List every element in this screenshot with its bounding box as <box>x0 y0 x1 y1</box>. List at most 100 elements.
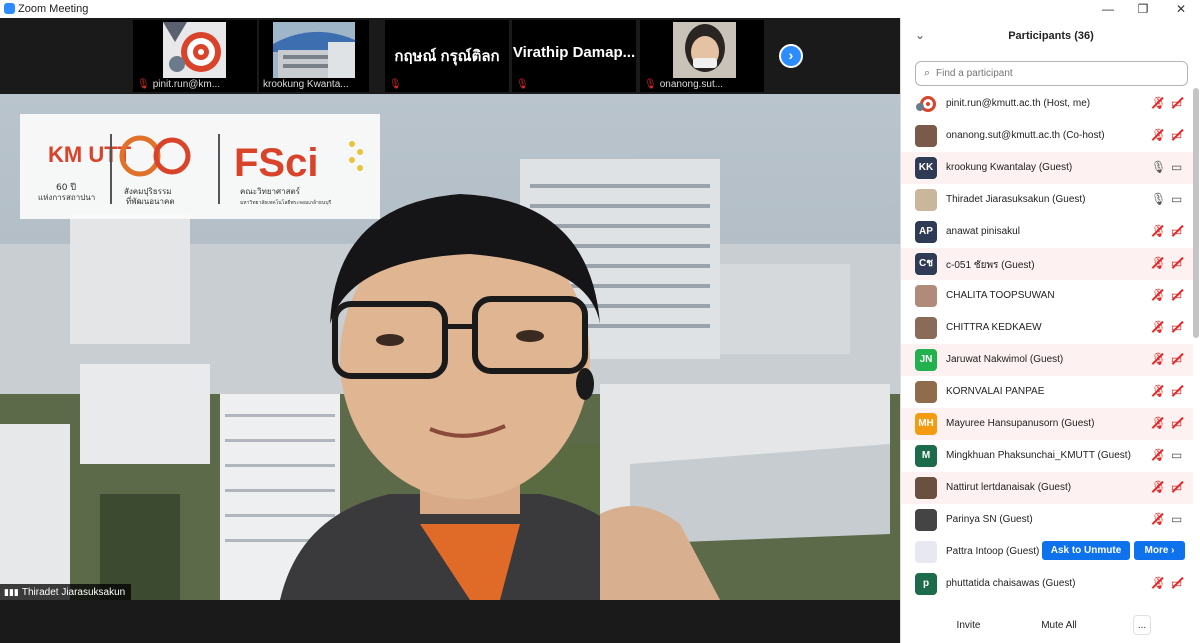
video-tile[interactable]: 🎙 pinit.run@km... <box>133 20 257 92</box>
more-options-button[interactable]: ... <box>1133 615 1151 635</box>
video-tile[interactable]: กฤษณ์ กรุณ์ติลก 🎙 <box>385 20 509 92</box>
video-area: 🎙 pinit.run@km... krookung Kwanta... กฤษณ… <box>0 18 900 643</box>
participant-search[interactable]: ⌕ <box>915 61 1188 86</box>
participant-row[interactable]: JN Jaruwat Nakwimol (Guest) 🎙 ▭ <box>901 344 1193 376</box>
mic-muted-icon[interactable]: 🎙 <box>1151 224 1166 238</box>
participant-name: Thiradet Jiarasuksakun (Guest) <box>946 194 1086 205</box>
participant-name: CHALITA TOOPSUWAN <box>946 290 1055 301</box>
camera-off-icon[interactable]: ▭ <box>1171 96 1182 110</box>
camera-icon[interactable]: ▭ <box>1171 192 1182 206</box>
participant-row[interactable]: Parinya SN (Guest) 🎙 ▭ <box>901 504 1193 536</box>
avatar: p <box>915 573 937 595</box>
search-input[interactable] <box>936 66 1176 81</box>
mic-muted-icon[interactable]: 🎙 <box>1151 512 1166 526</box>
avatar: M <box>915 445 937 467</box>
camera-icon[interactable]: ▭ <box>1171 512 1182 526</box>
camera-off-icon[interactable]: ▭ <box>1171 320 1182 334</box>
camera-off-icon[interactable]: ▭ <box>1171 416 1182 430</box>
participant-row[interactable]: M Mingkhuan Phaksunchai_KMUTT (Guest) 🎙 ▭ <box>901 440 1193 472</box>
participant-name: Pattra Intoop (Guest) <box>946 546 1040 557</box>
zoom-app-icon <box>4 3 15 14</box>
meeting-controls-bar <box>0 600 900 643</box>
participants-panel: ⌄ Participants (36) ⌕ pinit.run@kmutt.ac… <box>900 18 1200 643</box>
camera-off-icon[interactable]: ▭ <box>1171 128 1182 142</box>
active-speaker-label: ▮▮▮ Thiradet Jiarasuksakun <box>0 584 132 600</box>
mute-all-button[interactable]: Mute All <box>1037 615 1081 635</box>
camera-off-icon[interactable]: ▭ <box>1171 576 1182 590</box>
ask-to-unmute-button[interactable]: Ask to Unmute <box>1042 541 1130 560</box>
mic-muted-icon[interactable]: 🎙 <box>1151 480 1166 494</box>
camera-off-icon[interactable]: ▭ <box>1171 352 1182 366</box>
avatar: MH <box>915 413 937 435</box>
participant-row[interactable]: pinit.run@kmutt.ac.th (Host, me) 🎙 ▭ <box>901 88 1193 120</box>
avatar: Cช <box>915 253 937 275</box>
participant-name: Mayuree Hansupanusorn (Guest) <box>946 418 1095 429</box>
avatar: KK <box>915 157 937 179</box>
fsci-logo-sub2: มหาวิทยาลัยเทคโนโลยีพระจอมเกล้าธนบุรี <box>240 199 332 206</box>
mic-muted-icon[interactable]: 🎙 <box>1151 96 1166 110</box>
mic-muted-icon: 🎙 <box>389 79 402 90</box>
person-thumbnail <box>673 22 736 78</box>
participant-row[interactable]: Pattra Intoop (Guest) Ask to Unmute More › <box>901 536 1193 568</box>
tile-name: onanong.sut... <box>659 79 724 90</box>
participant-row[interactable]: p phuttatida chaisawas (Guest) 🎙 ▭ <box>901 568 1193 600</box>
restore-button[interactable]: ❐ <box>1131 1 1155 17</box>
video-tile[interactable]: krookung Kwanta... <box>259 20 369 92</box>
mic-icon[interactable]: 🎙 <box>1151 160 1166 174</box>
participant-row[interactable]: CHALITA TOOPSUWAN 🎙 ▭ <box>901 280 1193 312</box>
participant-name: CHITTRA KEDKAEW <box>946 322 1042 333</box>
tile-name-large: กฤษณ์ กรุณ์ติลก <box>394 48 500 65</box>
minimize-button[interactable]: — <box>1096 1 1120 17</box>
sixty-logo-sub: สังคมปุริธรรม <box>124 187 172 196</box>
video-tile[interactable]: 🎙 onanong.sut... <box>640 20 764 92</box>
camera-off-icon[interactable]: ▭ <box>1171 224 1182 238</box>
participant-row[interactable]: Nattirut lertdanaisak (Guest) 🎙 ▭ <box>901 472 1193 504</box>
mic-muted-icon[interactable]: 🎙 <box>1151 352 1166 366</box>
target-avatar-icon <box>163 22 226 78</box>
mic-muted-icon[interactable]: 🎙 <box>1151 448 1166 462</box>
participant-row[interactable]: MH Mayuree Hansupanusorn (Guest) 🎙 ▭ <box>901 408 1193 440</box>
mic-muted-icon[interactable]: 🎙 <box>1151 128 1166 142</box>
search-icon: ⌕ <box>924 67 931 79</box>
participant-row[interactable]: CHITTRA KEDKAEW 🎙 ▭ <box>901 312 1193 344</box>
participant-row[interactable]: Cช c-051 ชัยพร (Guest) 🎙 ▭ <box>901 248 1193 280</box>
avatar <box>915 509 937 531</box>
participant-name: krookung Kwantalay (Guest) <box>946 162 1073 173</box>
thumbnail-strip: 🎙 pinit.run@km... krookung Kwanta... กฤษณ… <box>0 18 900 94</box>
participant-row[interactable]: KORNVALAI PANPAE 🎙 ▭ <box>901 376 1193 408</box>
video-tile[interactable]: Virathip Damap... 🎙 <box>512 20 636 92</box>
camera-icon[interactable]: ▭ <box>1171 448 1182 462</box>
participant-list-scrollbar[interactable] <box>1193 88 1199 338</box>
more-button[interactable]: More › <box>1134 541 1185 560</box>
participant-row[interactable]: AP anawat pinisakul 🎙 ▭ <box>901 216 1193 248</box>
camera-off-icon[interactable]: ▭ <box>1171 384 1182 398</box>
mic-muted-icon[interactable]: 🎙 <box>1151 576 1166 590</box>
participant-row[interactable]: KK krookung Kwantalay (Guest) 🎙 ▭ <box>901 152 1193 184</box>
mic-muted-icon[interactable]: 🎙 <box>1151 288 1166 302</box>
participant-row[interactable]: onanong.sut@kmutt.ac.th (Co-host) 🎙 ▭ <box>901 120 1193 152</box>
participant-row[interactable]: Thiradet Jiarasuksakun (Guest) 🎙 ▭ <box>901 184 1193 216</box>
sixty-logo-sub2: ที่พัฒนอนาคต <box>126 195 175 206</box>
avatar <box>915 189 937 211</box>
mic-muted-icon[interactable]: 🎙 <box>1151 256 1166 270</box>
camera-off-icon[interactable]: ▭ <box>1171 480 1182 494</box>
mic-muted-icon[interactable]: 🎙 <box>1151 384 1166 398</box>
camera-icon[interactable]: ▭ <box>1171 160 1182 174</box>
participant-name: anawat pinisakul <box>946 226 1020 237</box>
tile-name: pinit.run@km... <box>152 79 221 90</box>
invite-button[interactable]: Invite <box>951 615 986 635</box>
kmutt-logo-text: KM UTT <box>48 142 132 167</box>
participant-name: KORNVALAI PANPAE <box>946 386 1045 397</box>
mic-icon[interactable]: 🎙 <box>1151 192 1166 206</box>
tile-name-large: Virathip Damap... <box>512 44 636 61</box>
next-page-button[interactable]: › <box>779 44 803 68</box>
camera-off-icon[interactable]: ▭ <box>1171 288 1182 302</box>
close-button[interactable]: ✕ <box>1169 1 1193 17</box>
kmutt-logo-sub2: แห่งการสถาปนา <box>38 193 95 202</box>
mic-muted-icon[interactable]: 🎙 <box>1151 320 1166 334</box>
avatar <box>915 317 937 339</box>
participants-footer: Invite Mute All ... <box>901 608 1200 643</box>
camera-off-icon[interactable]: ▭ <box>1171 256 1182 270</box>
participant-name: pinit.run@kmutt.ac.th (Host, me) <box>946 98 1091 109</box>
mic-muted-icon[interactable]: 🎙 <box>1151 416 1166 430</box>
